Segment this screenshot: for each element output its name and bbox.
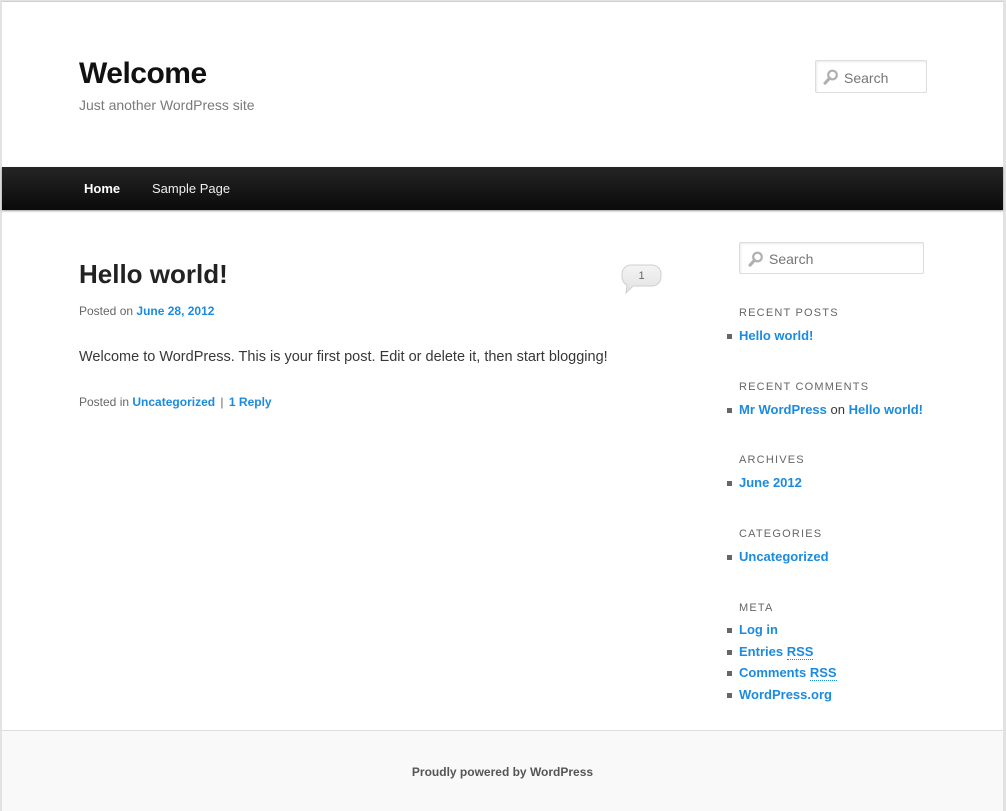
comment-count-bubble[interactable]: 1 [621, 264, 662, 295]
entries-rss-link[interactable]: Entries RSS [739, 643, 814, 660]
entries-label: Entries [739, 643, 784, 659]
rss-abbr: RSS [786, 643, 814, 660]
meta-list: Log in Entries RSS Comments RSS WordPres… [727, 622, 837, 709]
footer-credit-link[interactable]: Proudly powered by WordPress [2, 765, 1003, 779]
comment-post-link[interactable]: Hello world! [849, 402, 923, 417]
magnifier-icon [748, 251, 764, 272]
posted-in-label: Posted in [79, 395, 130, 409]
list-item: Mr WordPress on Hello world! [726, 402, 923, 424]
magnifier-icon [823, 69, 839, 90]
recent-post-link[interactable]: Hello world! [739, 328, 813, 343]
comment-count: 1 [638, 270, 645, 282]
rss-abbr: RSS [809, 665, 837, 681]
list-item: June 2012 [727, 475, 802, 497]
comment-on-text: on [830, 402, 845, 417]
meta-title: META [739, 602, 774, 614]
sidebar-search-input[interactable] [767, 248, 921, 270]
header-search-input[interactable] [842, 67, 926, 89]
comments-rss-link[interactable]: Comments RSS [739, 665, 837, 681]
categories-title: CATEGORIES [739, 528, 823, 540]
header-search-box[interactable] [815, 60, 927, 93]
comment-author-link[interactable]: Mr WordPress [739, 402, 827, 417]
archives-title: ARCHIVES [739, 454, 805, 466]
category-widget-link[interactable]: Uncategorized [739, 549, 829, 564]
nav-item-home[interactable]: Home [84, 167, 120, 210]
page: Welcome Just another WordPress site Home… [2, 1, 1003, 811]
recent-posts-title: RECENT POSTS [739, 307, 839, 319]
list-item: WordPress.org [727, 687, 837, 709]
meta-separator: | [220, 395, 224, 409]
post-date-line: Posted on June 28, 2012 [79, 304, 214, 318]
archives-list: June 2012 [727, 475, 802, 497]
main-navigation: Home Sample Page [2, 167, 1003, 210]
list-item: Entries RSS [727, 643, 837, 666]
list-item: Log in [727, 622, 837, 644]
categories-list: Uncategorized [727, 549, 829, 571]
posted-on-label: Posted on [79, 304, 134, 318]
post-meta: Posted in Uncategorized | 1 Reply [79, 395, 272, 409]
post-content: Welcome to WordPress. This is your first… [79, 349, 608, 365]
archive-link[interactable]: June 2012 [739, 475, 802, 490]
post-title[interactable]: Hello world! [79, 259, 228, 290]
login-link[interactable]: Log in [739, 622, 778, 637]
site-title[interactable]: Welcome [79, 57, 207, 91]
nav-item-sample-page[interactable]: Sample Page [152, 167, 230, 210]
recent-comments-list: Mr WordPress on Hello world! [726, 402, 923, 424]
post-date-link[interactable]: June 28, 2012 [136, 304, 214, 318]
site-description: Just another WordPress site [79, 97, 255, 113]
recent-posts-list: Hello world! [726, 328, 813, 350]
footer: Proudly powered by WordPress [2, 730, 1003, 811]
sidebar-search-box[interactable] [739, 242, 924, 274]
wordpress-org-link[interactable]: WordPress.org [739, 687, 832, 702]
category-link[interactable]: Uncategorized [132, 395, 215, 409]
reply-link[interactable]: 1 Reply [229, 395, 272, 409]
list-item: Hello world! [726, 328, 813, 350]
list-item: Comments RSS [727, 665, 837, 687]
list-item: Uncategorized [727, 549, 829, 571]
recent-comments-title: RECENT COMMENTS [739, 381, 870, 393]
comments-label: Comments [739, 665, 807, 680]
